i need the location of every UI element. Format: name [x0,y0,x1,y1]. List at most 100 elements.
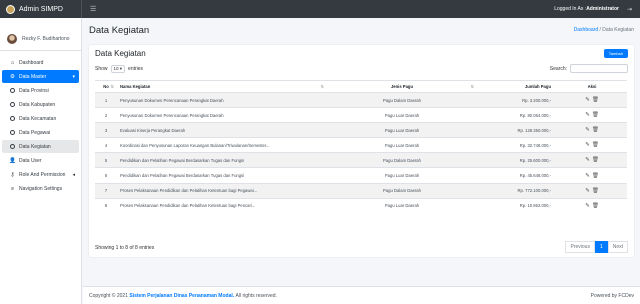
page-1-button[interactable]: 1 [594,241,608,253]
edit-icon[interactable]: ✎ [585,127,590,133]
edit-icon[interactable]: ✎ [585,157,590,163]
header-nama-kegiatan[interactable]: Nama Kegiatan ⇅ [117,80,327,93]
app-name-link[interactable]: Sistem Perjalanan Dinas Penanaman Modal. [129,293,234,299]
edit-icon[interactable]: ✎ [585,188,590,194]
sidebar-item-label: Data Pegawai [19,129,51,136]
table-row: 1 Penyusunan Dokumen Perencanaan Perangka… [95,91,627,108]
cell-aksi: ✎ 🗑 [557,122,627,138]
header-aksi: Aksi [557,80,627,93]
edit-icon[interactable]: ✎ [585,142,590,148]
cell-jumlah-pagu: Rp. 3.200.000,- [477,91,557,108]
cell-nama-kegiatan: Pendidikan dan Pelatihan Pegawai Berdasa… [117,152,327,168]
cell-jumlah-pagu: Rp. 128.350.000,- [477,122,557,138]
breadcrumb-home-link[interactable]: Dashboard [574,27,598,33]
sidebar-item-data-kabupaten[interactable]: Data Kabupaten [2,98,79,111]
table-search: Search: [550,64,628,73]
entries-select[interactable]: 10 ▾ [110,65,126,73]
sidebar-item-navigation-settings[interactable]: ≡ Navigation Settings [2,182,79,195]
cell-jumlah-pagu: Rp. 80.064.000,- [477,107,557,123]
trash-icon[interactable]: 🗑 [592,142,599,148]
menu-toggle-icon[interactable]: ☰ [90,5,96,13]
sidebar: Rezky F. Budihartono ⌂ Dashboard ⚙ Data … [0,18,82,304]
header-no[interactable]: No ⇅ [95,80,117,93]
cell-no: 4 [95,137,117,153]
header-jenis-pagu[interactable]: Jenis Pagu ⇅ [327,80,477,93]
main-content: Data Kegiatan Dashboard / Data Kegiatan … [83,18,640,304]
cell-jenis-pagu: Pagu Luar Daerah [327,197,477,214]
cell-aksi: ✎ 🗑 [557,197,627,214]
cell-jenis-pagu: Pagu Dalam Daerah [327,152,477,168]
sidebar-item-data-provinsi[interactable]: Data Provinsi [2,84,79,97]
chevron-left-icon: ◂ [72,171,75,178]
logout-icon[interactable]: ⇥ [627,6,632,13]
kegiatan-table: No ⇅ Nama Kegiatan ⇅ Jenis Pagu ⇅ Jumlah Pa… [95,80,627,214]
breadcrumb-separator: / [599,27,601,33]
table-row: 6 Pendidikan dan Pelatihan Pegawai Berdas… [95,167,627,184]
edit-icon[interactable]: ✎ [585,173,590,179]
page-title: Data Kegiatan [89,25,150,36]
trash-icon[interactable]: 🗑 [592,97,599,103]
sidebar-item-label: Data Provinsi [19,87,49,94]
sort-icon: ⇅ [470,84,474,89]
add-kegiatan-button[interactable]: Tambah [603,49,628,58]
edit-icon[interactable]: ✎ [585,203,590,209]
cell-nama-kegiatan: Evaluasi Kinerja Perangkat Daerah [117,122,327,138]
trash-icon[interactable]: 🗑 [592,173,599,179]
cell-jenis-pagu: Pagu Luar Daerah [327,137,477,153]
edit-icon[interactable]: ✎ [585,97,590,103]
edit-icon[interactable]: ✎ [585,112,590,118]
sidebar-item-label: Dashboard [19,59,44,66]
sidebar-item-data-kegiatan[interactable]: Data Kegiatan [2,140,79,153]
next-button[interactable]: Next [607,241,628,253]
cell-no: 1 [95,91,117,108]
sidebar-item-data-kecamatan[interactable]: Data Kecamatan [2,112,79,125]
brand-title: Admin SIMPD [19,5,63,13]
trash-icon[interactable]: 🗑 [592,203,599,209]
sidebar-item-data-user[interactable]: 👤 Data User [2,154,79,167]
cell-nama-kegiatan: Proses Pelaksanaan Pendidikan dan Pelati… [117,182,327,199]
search-label: Search: [549,65,567,72]
cell-jumlah-pagu: Rp. 772.100.000,- [477,182,557,199]
user-shield-icon: ⚷ [10,171,15,178]
circle-icon [10,102,15,107]
card-title: Data Kegiatan [95,49,146,58]
sidebar-item-data-pegawai[interactable]: Data Pegawai [2,126,79,139]
avatar [7,34,17,44]
header-jumlah-pagu[interactable]: Jumlah Pagu [477,80,557,93]
sidebar-item-label: Navigation Settings [19,185,63,192]
chevron-down-icon: ▾ [72,73,75,80]
trash-icon[interactable]: 🗑 [592,112,599,118]
table-row: 7 Proses Pelaksanaan Pendidikan dan Pelat… [95,182,627,199]
table-row: 8 Proses Pelaksanaan Pendidikan dan Pelat… [95,197,627,214]
sidebar-item-dashboard[interactable]: ⌂ Dashboard [2,56,79,69]
logged-prefix: Logged In As : [554,6,587,12]
circle-icon [10,88,15,93]
sidebar-item-data-master[interactable]: ⚙ Data Master ▾ [2,70,79,83]
sidebar-item-role-permission[interactable]: ⚷ Role And Permission ◂ [2,168,79,181]
cell-jenis-pagu: Pagu Luar Daerah [327,122,477,138]
table-row: 2 Penyusunan Dokumen Perencanaan Perangka… [95,107,627,123]
trash-icon[interactable]: 🗑 [592,127,599,133]
brand-link[interactable]: Admin SIMPD [0,0,82,18]
gears-icon: ⚙ [10,73,15,80]
table-row: 3 Evaluasi Kinerja Perangkat Daerah Pagu L… [95,122,627,138]
sidebar-item-label: Data User [19,157,42,164]
cell-no: 7 [95,182,117,199]
user-panel[interactable]: Rezky F. Budihartono [0,28,81,51]
cell-aksi: ✎ 🗑 [557,107,627,123]
previous-button[interactable]: Previous [565,241,595,253]
sidebar-item-label: Data Master [19,73,47,80]
trash-icon[interactable]: 🗑 [592,157,599,163]
trash-icon[interactable]: 🗑 [592,188,599,194]
home-icon: ⌂ [10,59,15,66]
cell-nama-kegiatan: Koordinasi dan Penyusunan Laporan Keuang… [117,137,327,153]
user-name: Rezky F. Budihartono [22,36,70,42]
cell-no: 6 [95,167,117,184]
user-icon: 👤 [9,157,16,164]
search-input[interactable] [570,64,628,73]
cell-jenis-pagu: Pagu Dalam Daerah [327,91,477,108]
cell-no: 3 [95,122,117,138]
entries-length-control: Show 10 ▾ entries [95,65,143,73]
cell-aksi: ✎ 🗑 [557,91,627,108]
table-row: 5 Pendidikan dan Pelatihan Pegawai Berdas… [95,152,627,168]
